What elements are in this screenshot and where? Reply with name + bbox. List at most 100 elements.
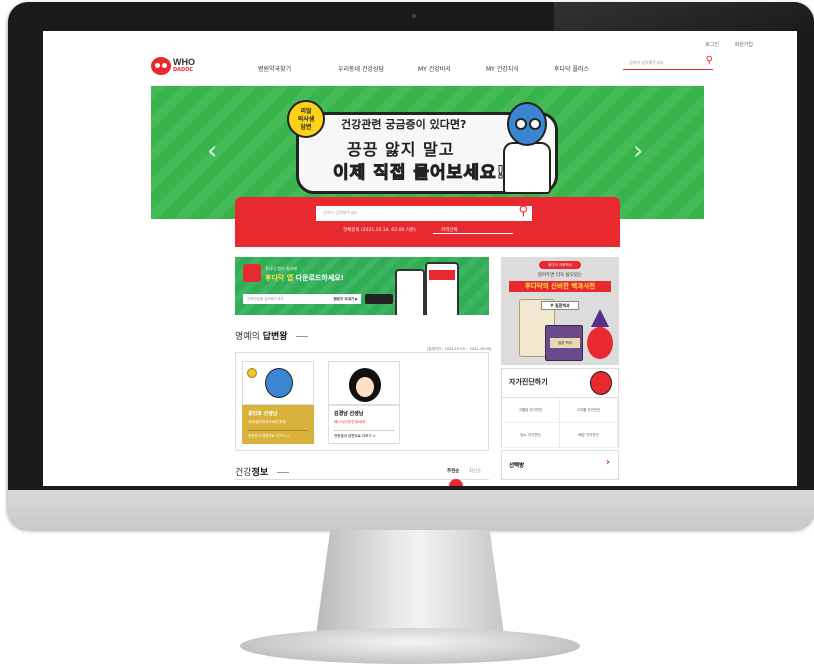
- site-logo[interactable]: WHO DADOC: [151, 53, 203, 79]
- main-search-input[interactable]: 검색어 입력해주세요 ⚲: [316, 204, 532, 221]
- logo-text: WHO: [173, 57, 195, 67]
- encyclopedia-banner[interactable]: 후다닥 사용백서 알아두면 더욱 쓸모있는 후다닥의 신비한 백과사전 # 질환…: [501, 257, 619, 365]
- self-check-panel: 자가진단하기 고혈압 자가진단 고지혈 자가진단 당뇨 자가진단 폐암 자가진단: [501, 368, 619, 448]
- monitor-base: [240, 628, 580, 664]
- signup-link[interactable]: 회원가입: [735, 42, 753, 48]
- website-screen: 로그인 회원가입 WHO DADOC 병원약국찾기 우리동네 건강상담 MY 건…: [43, 31, 797, 486]
- phone-input-placeholder: 전화번호를 입력해주세요: [247, 297, 284, 301]
- doctor-name: 김경남 선생님: [334, 411, 364, 417]
- self-check-item[interactable]: 고지혈 자가진단: [560, 398, 618, 423]
- tab-recommended[interactable]: 추천순: [447, 469, 459, 474]
- nav-item-consult[interactable]: 우리동네 건강상담: [338, 64, 384, 73]
- health-tabs: 추천순 최신순: [447, 468, 489, 474]
- selection-room[interactable]: 선택방 ›: [501, 450, 619, 480]
- app-banner-title-hl: 후다닥 앱: [265, 274, 294, 282]
- doctor-photo: [242, 361, 314, 405]
- answer-title-bold: 답변왕: [262, 332, 288, 342]
- mascot-icon: [590, 371, 612, 395]
- hero-next-arrow[interactable]: ›: [633, 136, 643, 166]
- app-banner-title: 후다닥 앱 다운로드하세요!: [265, 273, 344, 283]
- mascot-eye: [529, 118, 541, 130]
- nav-item-my-health[interactable]: MY 건강비서: [418, 64, 451, 73]
- phone-mockup-icon: [425, 262, 459, 315]
- search-icon[interactable]: ⚲: [706, 55, 713, 66]
- self-check-grid: 고혈압 자가진단 고지혈 자가진단 당뇨 자가진단 폐암 자가진단: [502, 397, 618, 448]
- doctor-avatar-icon: [349, 368, 381, 402]
- doctor-more-link[interactable]: 전문분야 답변자료 더보기 >: [248, 430, 308, 439]
- header-search[interactable]: 검색어 입력해주세요 ⚲: [623, 55, 713, 70]
- region-select[interactable]: 지역선택: [433, 227, 513, 234]
- app-banner-small: 후다닥 앱이 필요해: [265, 266, 297, 271]
- tab-latest[interactable]: 최신순: [469, 469, 481, 474]
- app-store-icon[interactable]: [365, 294, 393, 304]
- self-check-item[interactable]: 당뇨 자가진단: [502, 423, 560, 448]
- self-check-title: 자가진단하기: [509, 378, 548, 386]
- mascot-peek-icon: [449, 479, 463, 486]
- side-banner-tag: # 질환백과: [541, 301, 579, 310]
- phone-mockup-icon: [395, 269, 425, 315]
- self-check-item[interactable]: 폐암 자가진단: [560, 423, 618, 448]
- wizard-mascot-icon: [585, 309, 615, 361]
- login-link[interactable]: 로그인: [705, 42, 719, 48]
- monitor-bezel: 로그인 회원가입 WHO DADOC 병원약국찾기 우리동네 건강상담 MY 건…: [8, 2, 814, 528]
- nav-item-my-knowledge[interactable]: MY 건강지식: [486, 64, 519, 73]
- hero-question: 건강관련 궁금증이 있다면?: [341, 118, 467, 131]
- nav-item-hospital[interactable]: 병원약국찾기: [258, 64, 291, 73]
- health-title-bold: 정보: [251, 468, 269, 478]
- doctor-specialty: 애니어/산부인과/내과: [334, 420, 366, 424]
- side-banner-title: 후다닥의 신비한 백과사전: [509, 281, 611, 292]
- hero-line2-pre: 이제: [332, 163, 374, 184]
- book-icon: 질환 백과: [545, 325, 583, 361]
- doctor-name: 홍민호 선생님: [248, 411, 278, 417]
- doctor-info: 홍민호 선생님 내과/흉부외과/이비인후과 전문분야 답변자료 더보기 >: [242, 405, 314, 444]
- hero-prev-arrow[interactable]: ‹: [207, 136, 217, 166]
- hero-bubble-text: 리얼 의사샘 답변: [297, 108, 315, 131]
- chevron-right-icon[interactable]: ›: [606, 457, 610, 468]
- imac-display: 로그인 회원가입 WHO DADOC 병원약국찾기 우리동네 건강상담 MY 건…: [0, 0, 814, 670]
- answer-king-title: 명예의 답변왕: [235, 329, 308, 342]
- inquiry-count-label: 전체문의 (2021.10.14. 02:00 기준): [343, 228, 416, 233]
- hero-line2-post: 물어보세요!: [406, 163, 506, 184]
- app-icon: [243, 264, 261, 282]
- doctor-card[interactable]: 김경남 선생님 애니어/산부인과/내과 전문분야 답변자료 더보기 >: [328, 361, 400, 444]
- monitor-stand: [315, 530, 505, 642]
- medal-icon: [247, 368, 257, 378]
- side-banner-subtitle: 알아두면 더욱 쓸모있는: [537, 273, 583, 278]
- main-search-placeholder: 검색어 입력해주세요: [323, 210, 358, 215]
- top-links: 로그인 회원가입: [691, 41, 753, 48]
- hero-line2: 이제 직접 물어보세요!: [332, 158, 506, 184]
- search-icon[interactable]: ⚲: [518, 204, 528, 219]
- hero-line1: 끙끙 앓지 말고: [347, 140, 455, 159]
- doctor-mascot-icon: [503, 102, 551, 202]
- send-link-button[interactable]: 앱링크 보내기 ▶: [334, 297, 358, 302]
- doctor-specialty: 내과/흉부외과/이비인후과: [248, 420, 286, 424]
- logo-face-icon: [151, 57, 171, 75]
- answer-king-list: 홍민호 선생님 내과/흉부외과/이비인후과 전문분야 답변자료 더보기 > 김경…: [235, 352, 489, 451]
- monitor-chin: [8, 490, 814, 530]
- logo-subtext: DADOC: [173, 67, 194, 73]
- answer-title-pre: 명예의: [235, 332, 263, 342]
- side-banner-pill: 후다닥 사용백서: [539, 261, 581, 269]
- hero-bubble: 리얼 의사샘 답변: [287, 100, 325, 138]
- main-search-meta: 전체문의 (2021.10.14. 02:00 기준) 지역선택: [343, 227, 513, 234]
- doctor-card[interactable]: 홍민호 선생님 내과/흉부외과/이비인후과 전문분야 답변자료 더보기 >: [242, 361, 314, 444]
- doctor-mascot-icon: [265, 368, 293, 398]
- self-check-item[interactable]: 고혈압 자가진단: [502, 398, 560, 423]
- phone-number-input[interactable]: 전화번호를 입력해주세요 앱링크 보내기 ▶: [243, 294, 361, 304]
- doctor-photo: [328, 361, 400, 405]
- camera-icon: [412, 14, 416, 18]
- mascot-head: [507, 102, 547, 146]
- app-banner-title-rest: 다운로드하세요!: [293, 274, 344, 282]
- health-title-pre: 건강: [235, 468, 252, 478]
- app-download-banner[interactable]: 후다닥 앱이 필요해 후다닥 앱 다운로드하세요! 전화번호를 입력해주세요 앱…: [235, 257, 489, 315]
- header-search-input[interactable]: 검색어 입력해주세요: [629, 60, 663, 66]
- mascot-coat: [503, 142, 551, 194]
- mascot-eye: [515, 118, 527, 130]
- hero-line2-highlight: 직접: [373, 163, 407, 184]
- book-label: 질환 백과: [550, 338, 580, 348]
- nav-item-plus[interactable]: 후다닥 플러스: [554, 64, 589, 73]
- main-search-panel: 검색어 입력해주세요 ⚲ 전체문의 (2021.10.14. 02:00 기준)…: [235, 197, 620, 247]
- doctor-more-link[interactable]: 전문분야 답변자료 더보기 >: [334, 430, 394, 439]
- doctor-info: 김경남 선생님 애니어/산부인과/내과 전문분야 답변자료 더보기 >: [328, 405, 400, 444]
- selection-title: 선택방: [509, 463, 525, 469]
